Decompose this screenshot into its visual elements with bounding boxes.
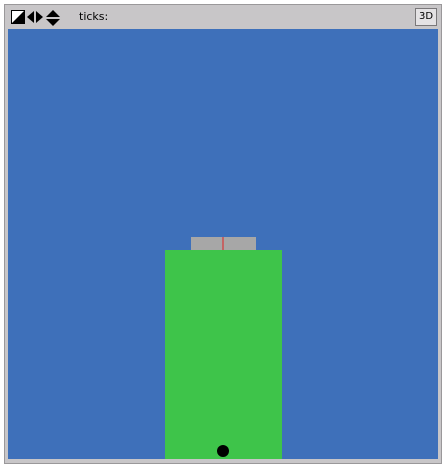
move-horizontal-icon[interactable] [27,10,43,24]
ground-patch [165,250,282,459]
3d-view-button[interactable]: 3D [415,8,437,26]
move-vertical-icon[interactable] [46,10,60,26]
world-view[interactable] [8,29,438,459]
agent-ball [217,445,229,457]
edit-mode-icon[interactable] [11,10,25,24]
view-toolbar: ticks: 3D [5,5,441,29]
ticks-label: ticks: [79,10,109,23]
app-window: ticks: 3D [0,0,446,468]
